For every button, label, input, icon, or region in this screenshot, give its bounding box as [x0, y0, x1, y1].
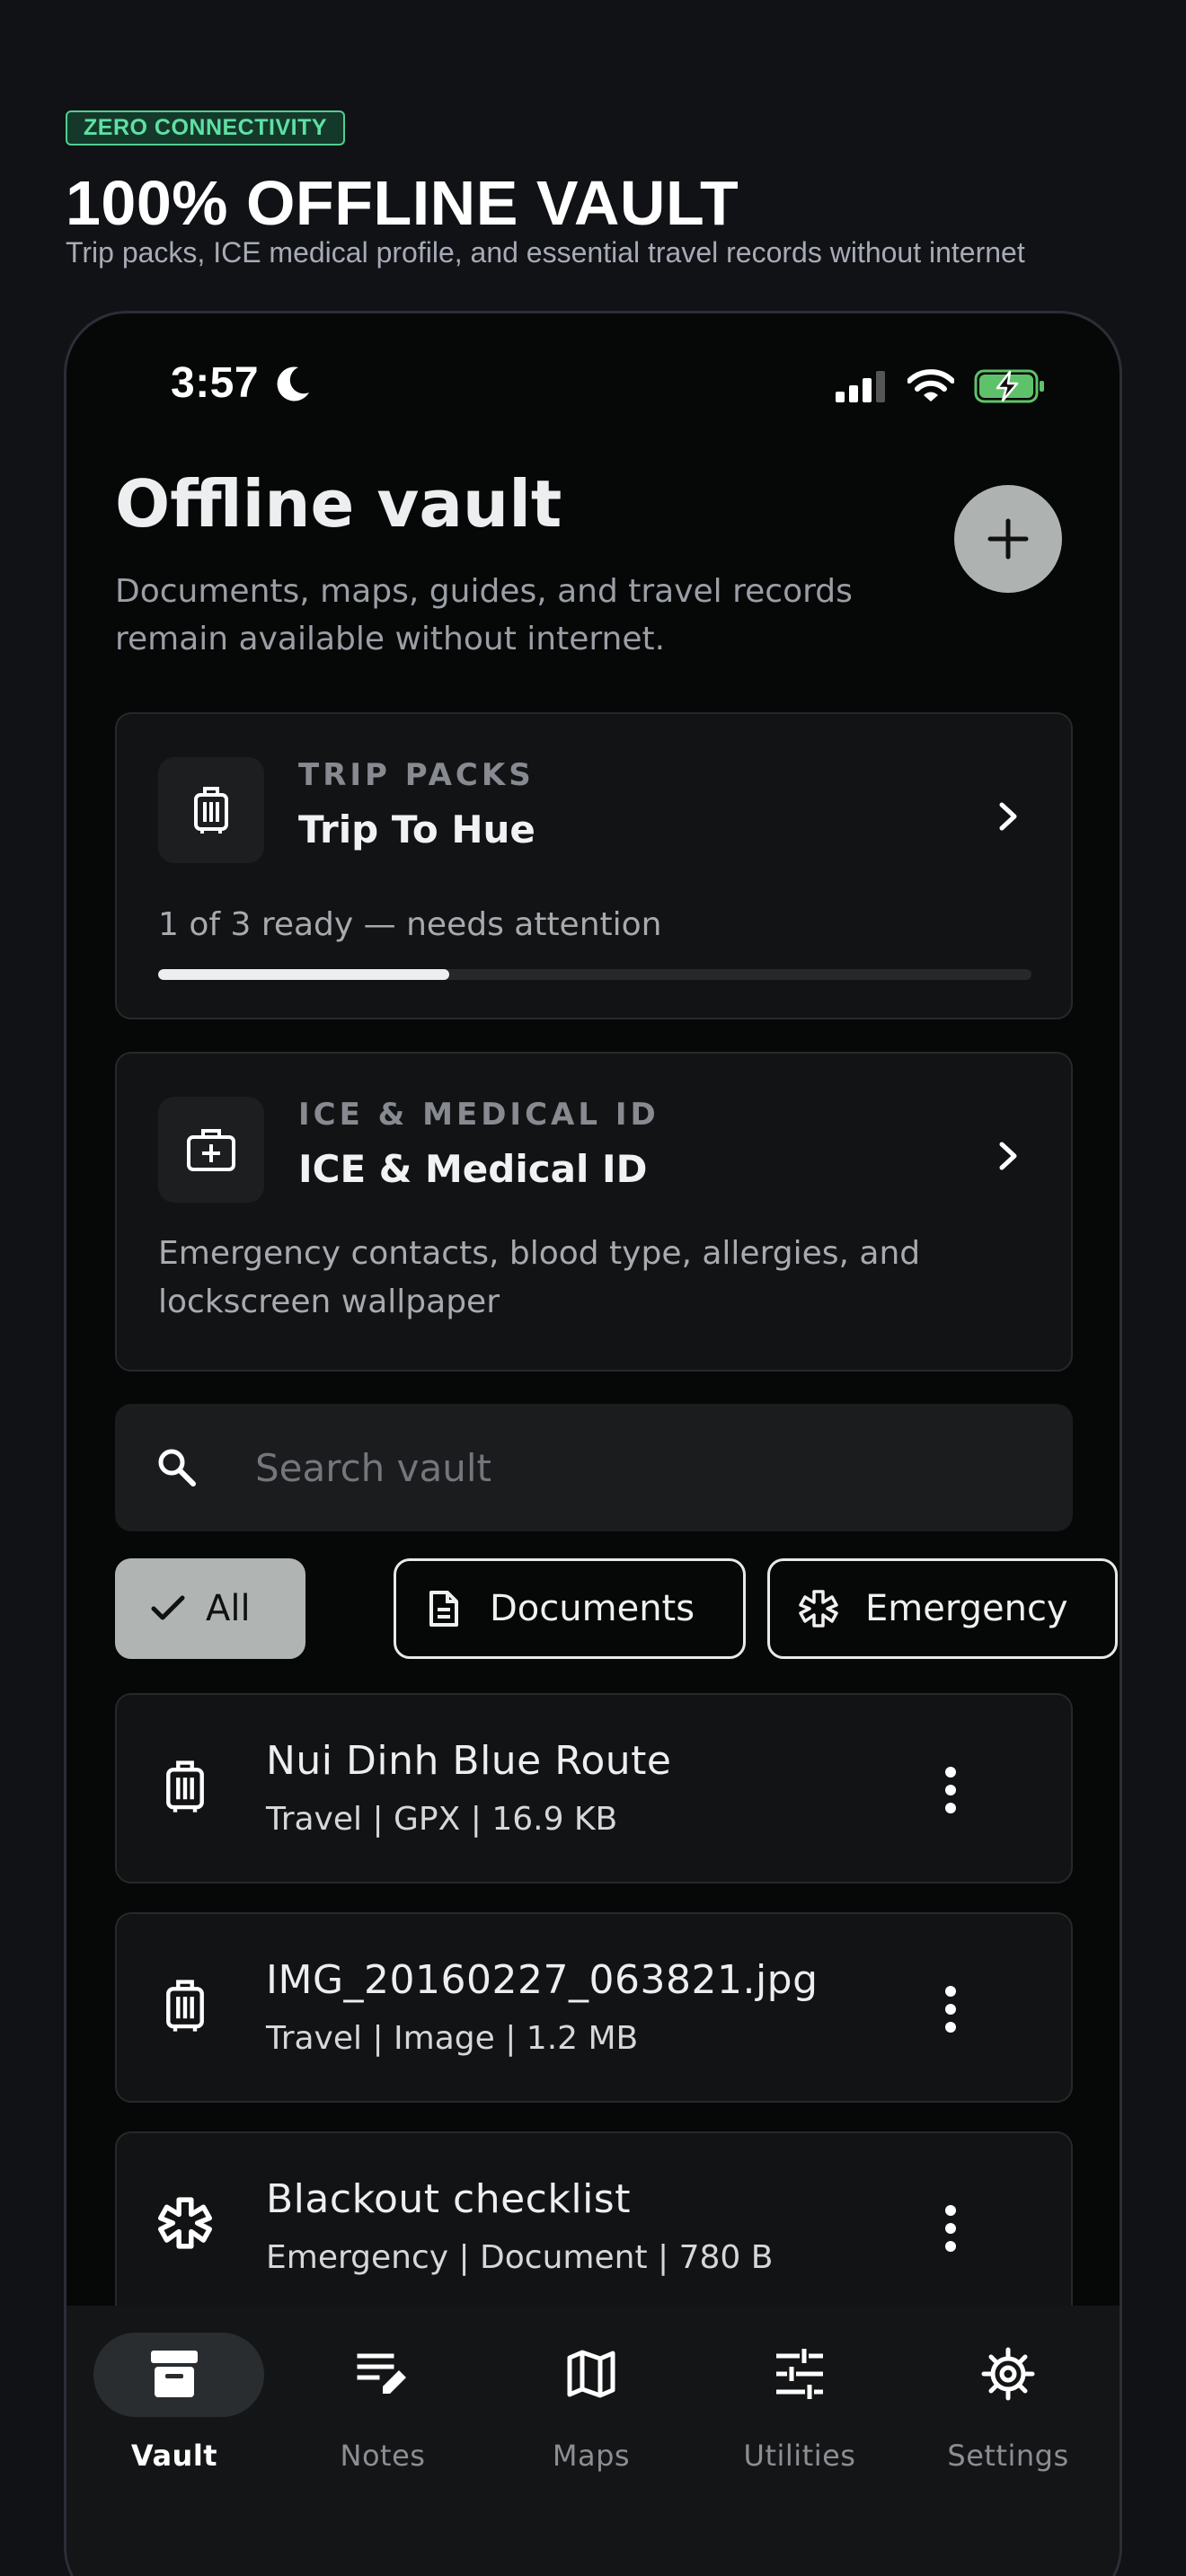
nav-label: Settings — [947, 2439, 1069, 2473]
more-options-icon[interactable] — [940, 1984, 961, 2034]
asterisk-icon — [158, 2197, 212, 2249]
page-subtitle: Documents, maps, guides, and travel reco… — [115, 573, 853, 657]
signal-icon — [836, 371, 885, 402]
vault-item[interactable]: Blackout checklist Emergency | Document … — [115, 2131, 1073, 2322]
nav-label: Maps — [552, 2439, 631, 2473]
map-icon — [567, 2350, 615, 2398]
wifi-icon — [907, 369, 954, 401]
luggage-icon — [194, 787, 228, 834]
filter-chip-emergency[interactable]: Emergency — [767, 1558, 1118, 1659]
chevron-right-icon — [999, 802, 1017, 831]
search-input[interactable] — [255, 1436, 1028, 1499]
archive-box-icon — [151, 2351, 198, 2397]
trip-card-status: 1 of 3 ready — needs attention — [158, 906, 662, 943]
page-title: Offline vault — [115, 466, 562, 542]
vault-item[interactable]: IMG_20160227_063821.jpg Travel | Image |… — [115, 1912, 1073, 2103]
ice-card-title: ICE & Medical ID — [298, 1147, 648, 1191]
zero-connectivity-badge: ZERO CONNECTIVITY — [66, 110, 346, 146]
status-time: 3:57 — [171, 359, 260, 407]
nav-label: Notes — [340, 2439, 426, 2473]
add-button[interactable] — [954, 485, 1062, 593]
phone-frame: 3:57 Offline vault Documents, maps, guid… — [64, 311, 1122, 2576]
check-icon — [151, 1595, 185, 1620]
trip-card-title: Trip To Hue — [298, 807, 535, 851]
ice-card-description: Emergency contacts, blood type, allergie… — [158, 1235, 921, 1320]
nav-tab-utilities[interactable]: Utilities — [695, 2306, 904, 2485]
bottom-navigation: Vault Notes Maps Utilities Settings — [66, 2306, 1120, 2576]
filter-chip-label: Emergency — [865, 1588, 1068, 1629]
vault-item-title: IMG_20160227_063821.jpg — [266, 1957, 819, 2003]
filter-chip-label: All — [206, 1588, 251, 1629]
vault-item-title: Nui Dinh Blue Route — [266, 1738, 672, 1784]
status-icons — [836, 369, 1046, 403]
vault-item-meta: Travel | Image | 1.2 MB — [266, 2020, 639, 2057]
ice-medical-card[interactable]: ICE & MEDICAL ID ICE & Medical ID Emerge… — [115, 1052, 1073, 1372]
nav-tab-settings[interactable]: Settings — [904, 2306, 1112, 2485]
luggage-icon — [166, 1980, 204, 2032]
battery-charging-icon — [974, 369, 1044, 403]
search-bar[interactable] — [115, 1404, 1073, 1531]
nav-label: Vault — [130, 2439, 218, 2473]
filter-chip-label: Documents — [490, 1588, 695, 1629]
filter-chips: All Documents Emergency — [115, 1558, 1120, 1659]
search-icon — [158, 1449, 196, 1486]
filter-chip-all[interactable]: All — [115, 1558, 305, 1659]
app-screen: 3:57 Offline vault Documents, maps, guid… — [66, 313, 1120, 2576]
gear-icon — [981, 2347, 1035, 2401]
more-options-icon[interactable] — [940, 2203, 961, 2254]
hero-title: 100% OFFLINE VAULT — [66, 168, 739, 238]
nav-tab-maps[interactable]: Maps — [487, 2306, 695, 2485]
luggage-icon — [166, 1760, 204, 1813]
medical-kit-icon — [187, 1129, 235, 1171]
vault-item-meta: Emergency | Document | 780 B — [266, 2239, 774, 2276]
vault-item[interactable]: Nui Dinh Blue Route Travel | GPX | 16.9 … — [115, 1693, 1073, 1883]
plus-icon — [987, 518, 1029, 560]
ice-card-eyebrow: ICE & MEDICAL ID — [298, 1097, 659, 1133]
vault-item-meta: Travel | GPX | 16.9 KB — [266, 1801, 618, 1838]
filter-chip-documents[interactable]: Documents — [394, 1558, 746, 1659]
trip-card-icon-tile — [158, 757, 264, 863]
trip-progress-fill — [158, 969, 449, 980]
nav-tab-vault[interactable]: Vault — [70, 2306, 279, 2485]
nav-label: Utilities — [743, 2439, 856, 2473]
trip-card-eyebrow: TRIP PACKS — [298, 757, 535, 793]
notes-edit-icon — [357, 2353, 406, 2394]
trip-progress-bar — [158, 969, 1031, 980]
more-options-icon[interactable] — [940, 1765, 961, 1815]
trip-packs-card[interactable]: TRIP PACKS Trip To Hue 1 of 3 ready — ne… — [115, 712, 1073, 1019]
vault-item-title: Blackout checklist — [266, 2176, 631, 2222]
asterisk-icon — [799, 1590, 838, 1628]
ice-card-icon-tile — [158, 1097, 264, 1203]
document-icon — [429, 1591, 458, 1627]
chevron-right-icon — [999, 1142, 1017, 1170]
nav-tab-notes[interactable]: Notes — [279, 2306, 487, 2485]
sliders-icon — [776, 2349, 823, 2399]
hero-subtitle: Trip packs, ICE medical profile, and ess… — [66, 236, 1025, 269]
moon-icon — [277, 366, 309, 401]
